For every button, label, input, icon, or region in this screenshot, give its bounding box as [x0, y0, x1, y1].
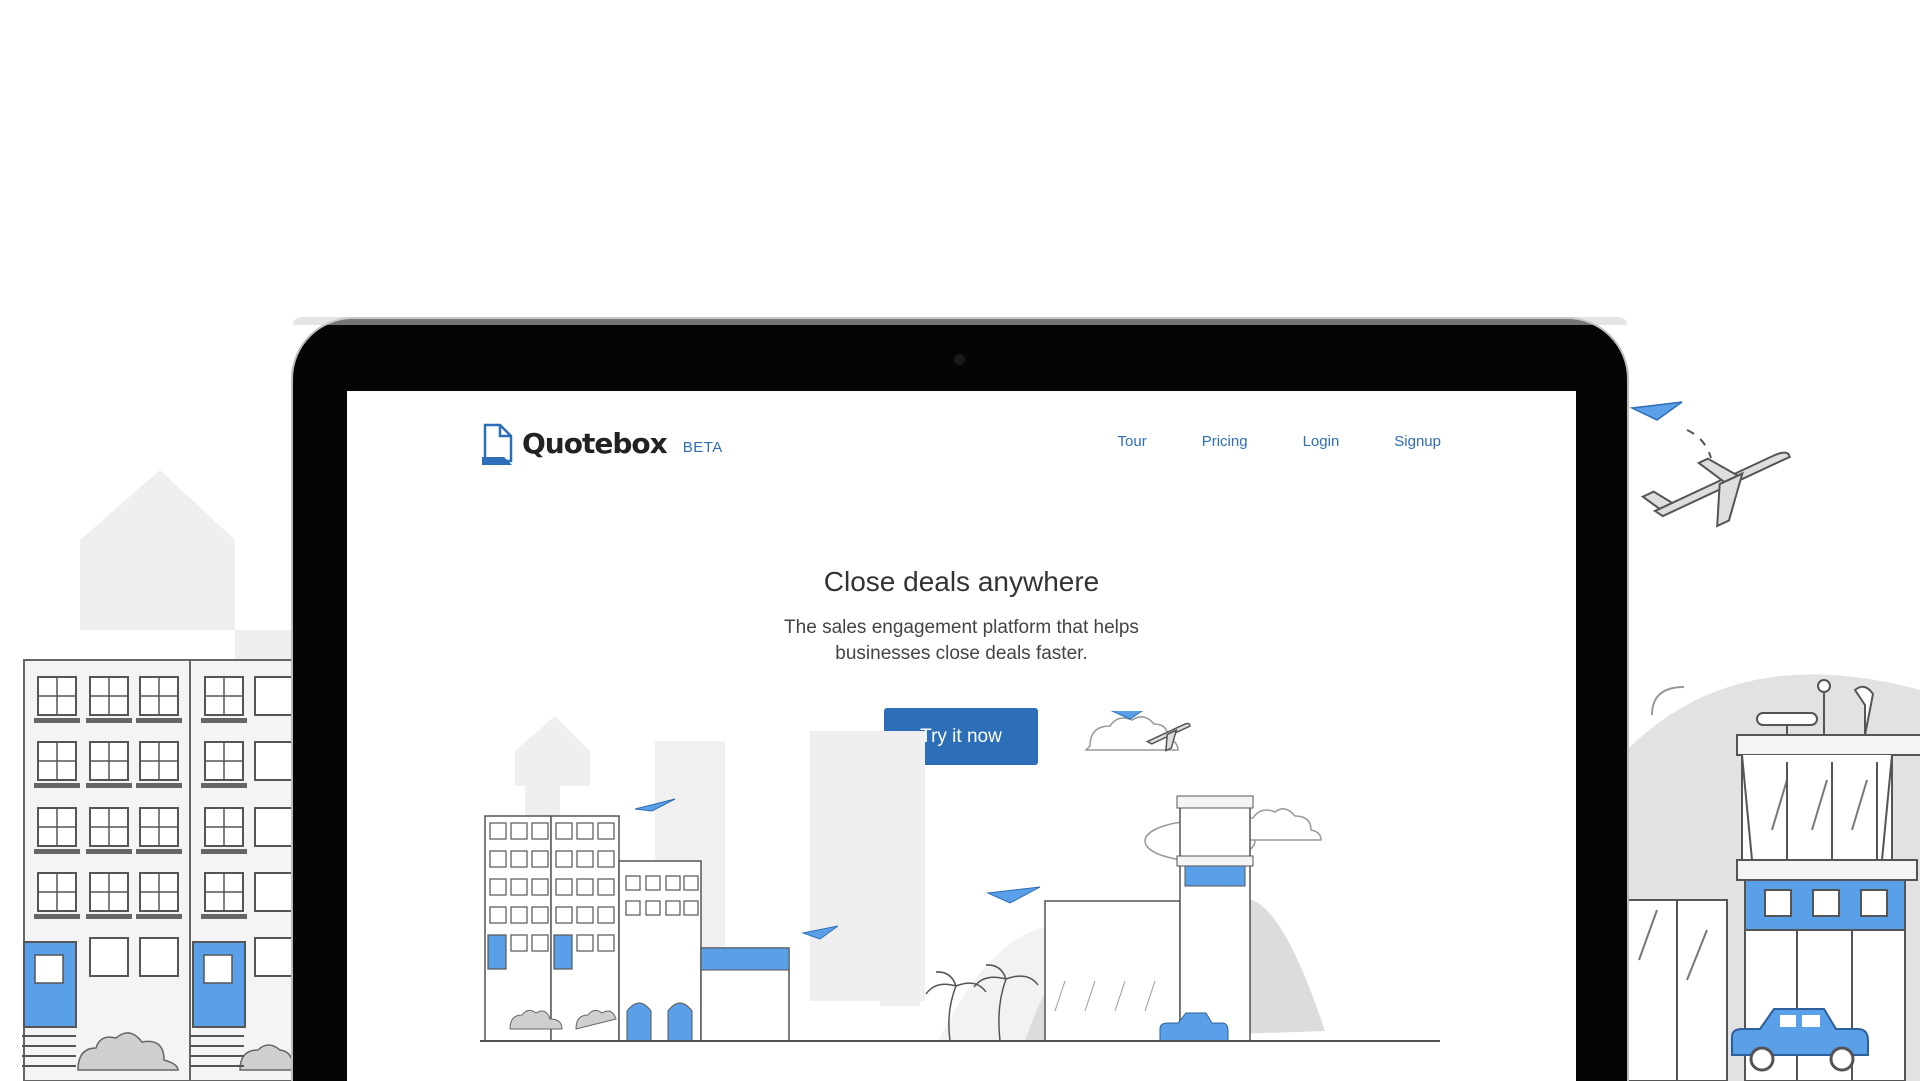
hero-subtitle: The sales engagement platform that helps… — [347, 615, 1576, 667]
nav-tour-link[interactable]: Tour — [1118, 433, 1147, 450]
laptop-camera — [954, 354, 965, 365]
document-logo-icon — [482, 423, 513, 465]
right-airport-illustration — [1627, 401, 1920, 1081]
laptop-screen: Quotebox BETA Tour Pricing Login Signup … — [347, 391, 1576, 1081]
nav-signup-link[interactable]: Signup — [1394, 433, 1441, 450]
brand-logo[interactable]: Quotebox BETA — [482, 421, 723, 465]
hero-title: Close deals anywhere — [823, 566, 1100, 597]
hero-subtitle-line-2: businesses close deals faster. — [835, 643, 1088, 664]
nav-pricing-link[interactable]: Pricing — [1202, 433, 1248, 450]
city-illustration — [480, 711, 1440, 1042]
brand-name: Quotebox — [522, 426, 668, 460]
nav-login-link[interactable]: Login — [1303, 433, 1340, 450]
left-city-illustration — [22, 470, 293, 1081]
hero-subtitle-line-1: The sales engagement platform that helps — [784, 617, 1139, 638]
top-nav: Tour Pricing Login Signup — [1118, 433, 1441, 450]
marketing-scene: Quotebox BETA Tour Pricing Login Signup … — [0, 0, 1920, 1081]
beta-badge: BETA — [682, 438, 723, 456]
